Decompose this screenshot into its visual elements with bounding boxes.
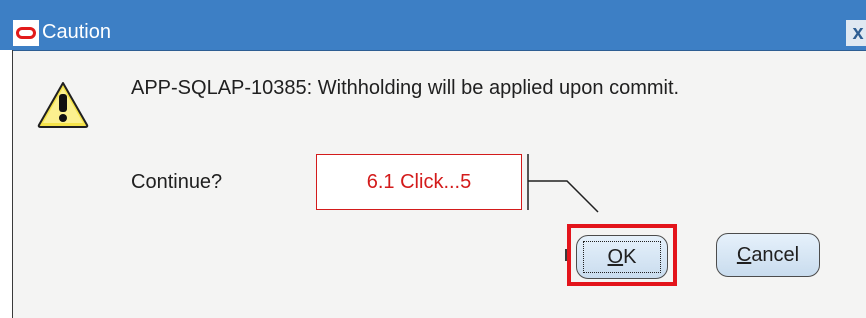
window-title: Caution xyxy=(42,21,111,43)
window-left-edge xyxy=(0,50,13,318)
cancel-mnemonic: C xyxy=(736,244,752,266)
caution-dialog: Caution x APP-SQLAP-10385: Withholding w… xyxy=(0,0,866,318)
message-text: APP-SQLAP-10385: Withholding will be app… xyxy=(131,77,680,99)
button-row-separator xyxy=(565,249,568,261)
cancel-label-rest: ancel xyxy=(751,244,800,266)
ok-button[interactable]: OK xyxy=(576,235,668,279)
close-button[interactable]: x xyxy=(846,20,866,46)
focus-ring xyxy=(583,241,661,273)
continue-prompt: Continue? xyxy=(131,171,223,193)
warning-icon xyxy=(37,82,89,128)
cancel-button[interactable]: Cancel xyxy=(716,233,820,277)
title-bar[interactable]: Caution x xyxy=(0,0,866,51)
callout-box: 6.1 Click...5 xyxy=(316,154,522,210)
oracle-logo-icon xyxy=(13,20,39,46)
